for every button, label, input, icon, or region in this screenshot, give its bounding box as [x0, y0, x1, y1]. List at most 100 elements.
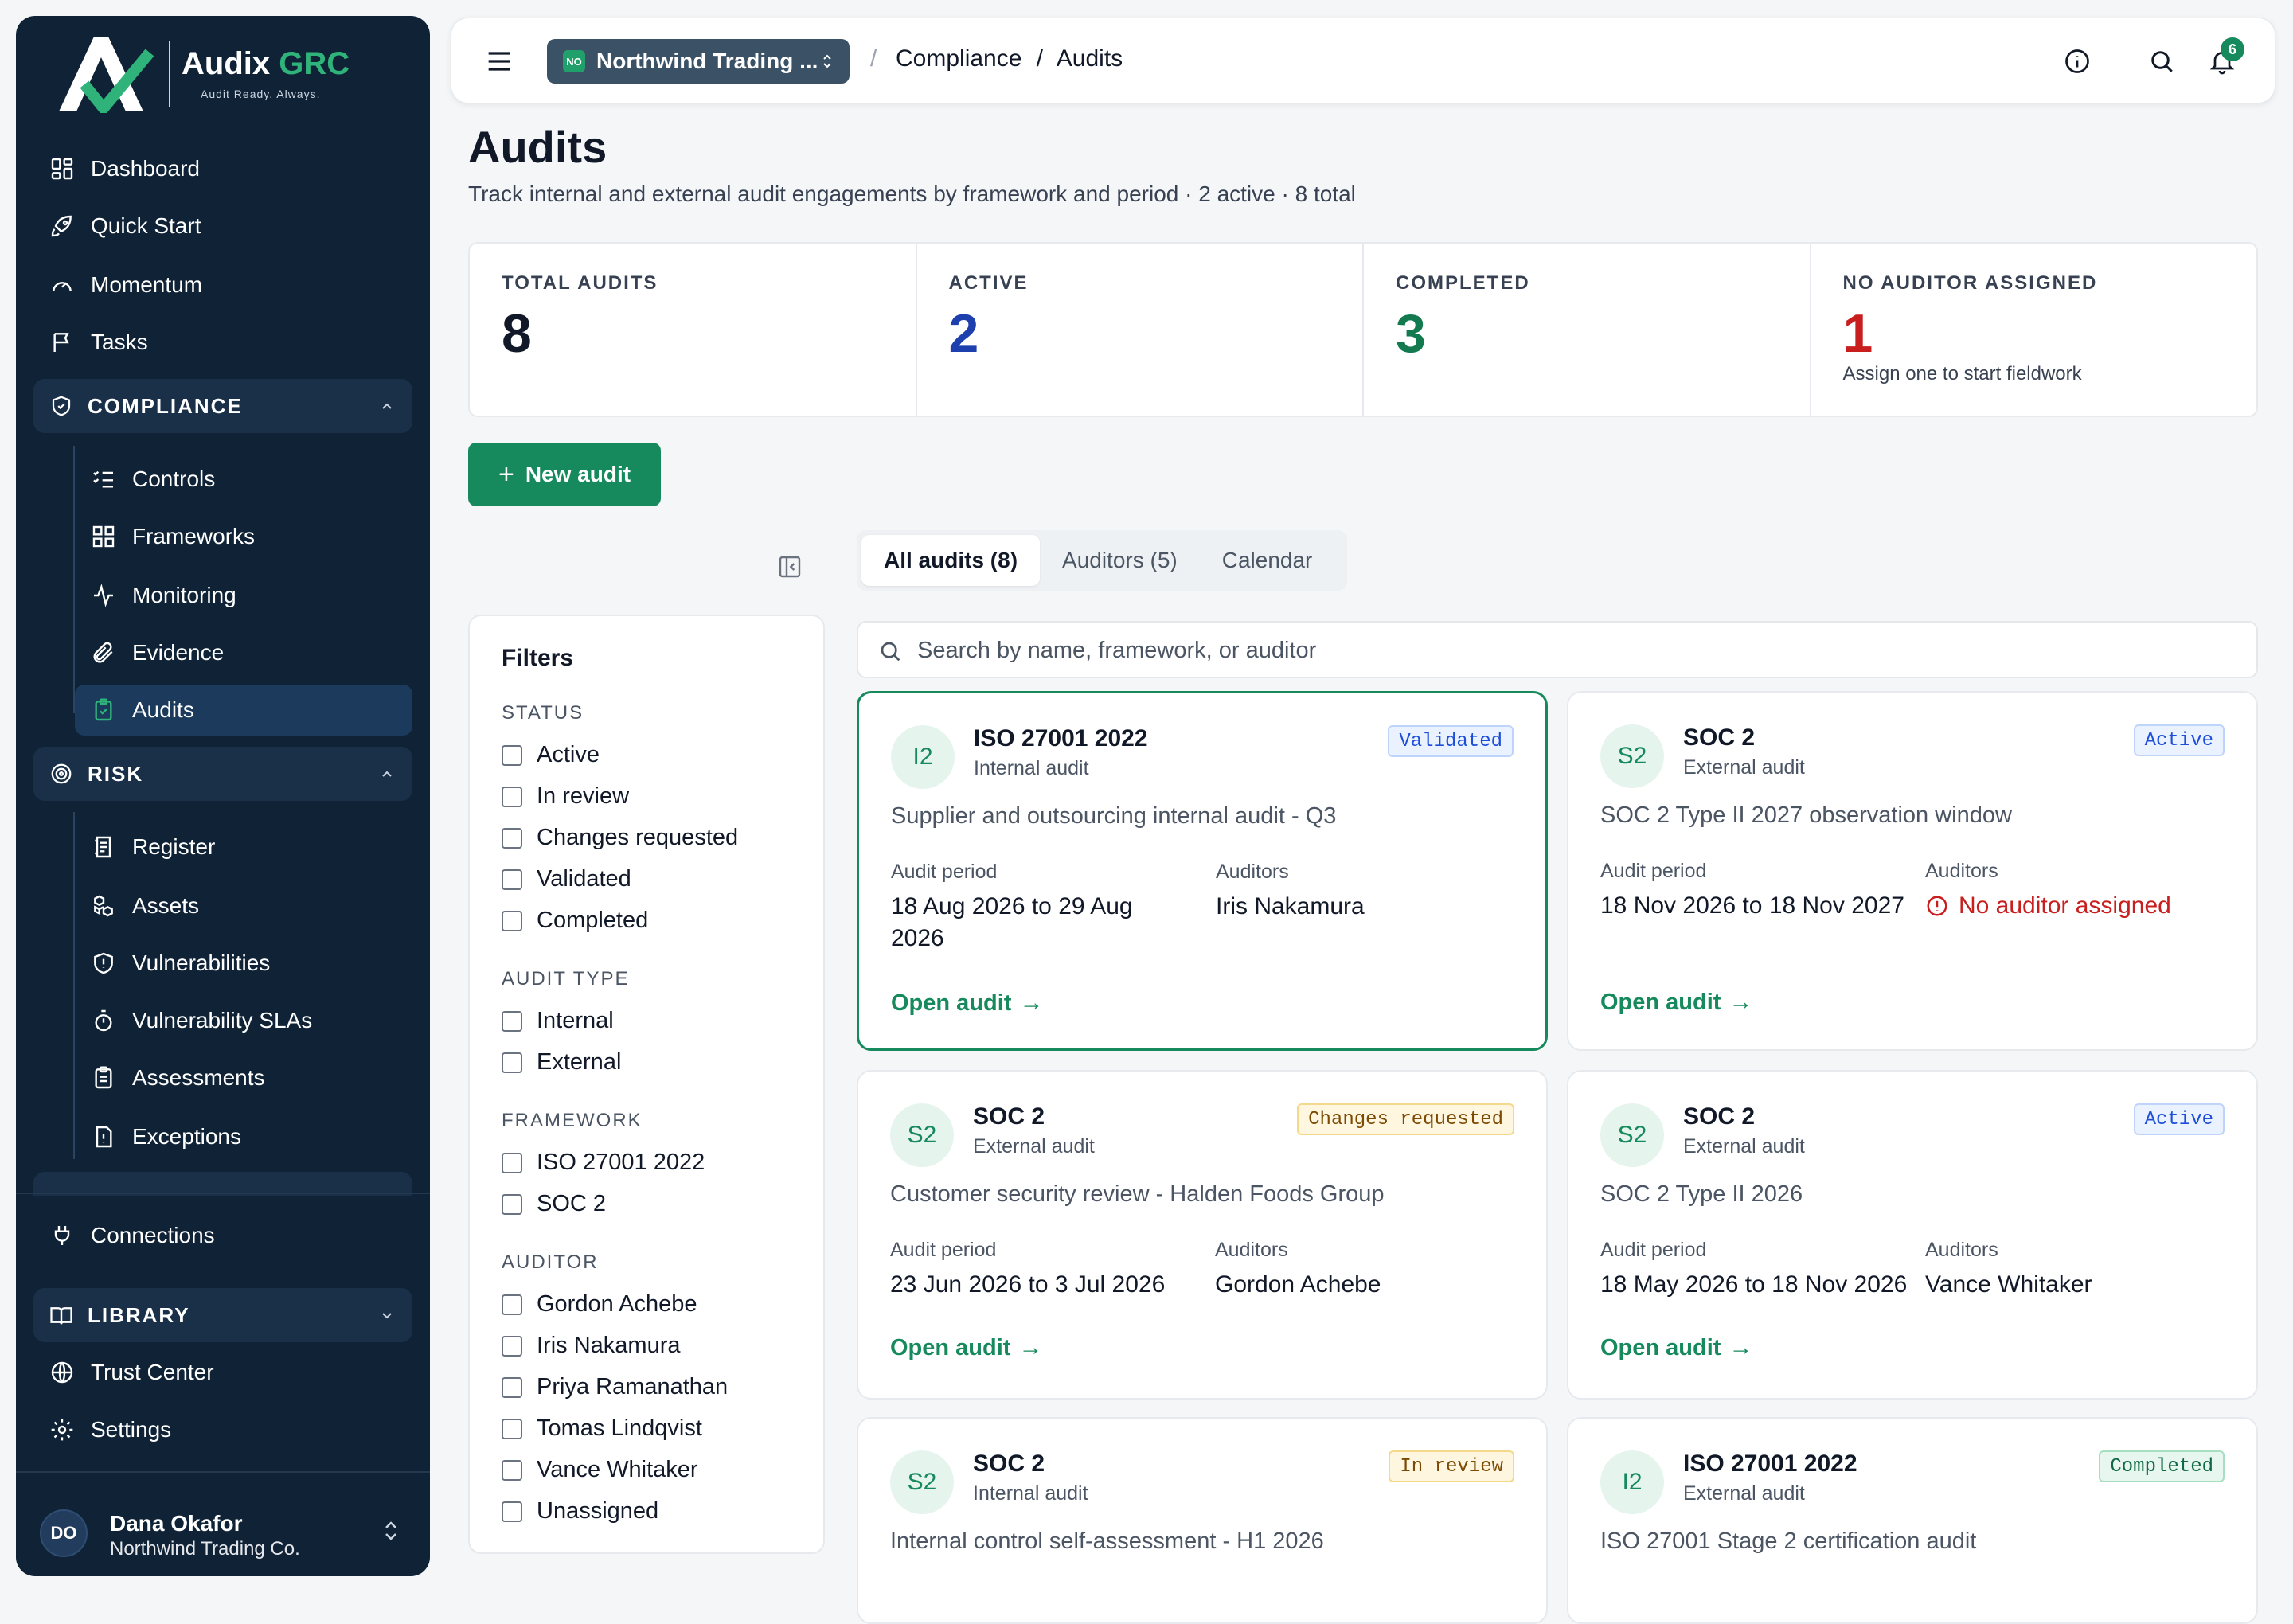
auditors-value: No auditor assigned: [1959, 892, 2171, 919]
brand-accent: GRC: [279, 46, 350, 81]
nav-frameworks[interactable]: Frameworks: [91, 511, 428, 562]
checkbox[interactable]: [502, 910, 522, 931]
checkbox[interactable]: [502, 1152, 522, 1173]
nav-vulnerability-slas[interactable]: Vulnerability SLAs: [91, 995, 428, 1046]
nav-register[interactable]: Register: [91, 822, 428, 873]
filter-option[interactable]: External: [502, 1049, 621, 1076]
checkbox[interactable]: [502, 1052, 522, 1073]
new-audit-button[interactable]: + New audit: [468, 443, 661, 506]
nav-momentum[interactable]: Momentum: [49, 260, 400, 310]
status-badge: Completed: [2099, 1450, 2225, 1482]
org-switcher[interactable]: NO Northwind Trading ...: [547, 39, 850, 84]
checkbox[interactable]: [502, 869, 522, 890]
brand-name: Audix GRC: [182, 46, 350, 82]
checkbox[interactable]: [502, 1501, 522, 1522]
audit-name: SOC 2 Type II 2026: [1600, 1181, 1803, 1207]
section-risk[interactable]: RISK: [33, 747, 412, 801]
audit-card[interactable]: S2 SOC 2 External audit Changes requeste…: [857, 1070, 1548, 1400]
nav-assets[interactable]: Assets: [91, 880, 428, 931]
filter-option[interactable]: Active: [502, 742, 600, 768]
audit-name: Supplier and outsourcing internal audit …: [891, 803, 1337, 829]
nav-controls[interactable]: Controls: [91, 454, 428, 505]
checkbox[interactable]: [502, 1376, 522, 1398]
plug-icon: [54, 1226, 70, 1245]
hamburger-menu-icon[interactable]: [483, 45, 515, 77]
filter-option[interactable]: SOC 2: [502, 1191, 606, 1217]
nav-exceptions[interactable]: Exceptions: [91, 1111, 428, 1162]
nav-evidence[interactable]: Evidence: [91, 627, 428, 678]
boxes-icon: [94, 895, 113, 917]
framework-avatar: S2: [890, 1450, 954, 1514]
nav-quick-start[interactable]: Quick Start: [49, 201, 400, 252]
filter-group-status: STATUS: [502, 702, 584, 724]
nav-connections[interactable]: Connections: [49, 1210, 400, 1261]
filter-option[interactable]: Completed: [502, 908, 648, 934]
audit-card[interactable]: S2 SOC 2 External audit Active SOC 2 Typ…: [1567, 1070, 2258, 1400]
nav-audits[interactable]: Audits: [75, 685, 412, 736]
filter-option-label: Active: [537, 742, 600, 767]
nav-assessments[interactable]: Assessments: [91, 1052, 428, 1103]
nav-dashboard[interactable]: Dashboard: [49, 143, 400, 194]
breadcrumb-audits: Audits: [1056, 45, 1123, 72]
audit-period: 18 Nov 2026 to 18 Nov 2027: [1600, 892, 1904, 919]
filter-option[interactable]: Iris Nakamura: [502, 1333, 681, 1359]
collapse-filters-icon[interactable]: [777, 554, 803, 580]
audit-type: Internal audit: [974, 757, 1089, 779]
section-compliance[interactable]: COMPLIANCE: [33, 379, 412, 433]
audit-card[interactable]: S2 SOC 2 Internal audit In review Intern…: [857, 1417, 1548, 1624]
filter-option[interactable]: Changes requested: [502, 825, 738, 851]
nav-label: Tasks: [91, 330, 148, 354]
open-audit-link[interactable]: Open audit →: [1600, 989, 1752, 1016]
nav-trust-center[interactable]: Trust Center: [49, 1347, 400, 1398]
filter-option[interactable]: Internal: [502, 1008, 614, 1034]
checkbox[interactable]: [502, 1418, 522, 1439]
audit-card[interactable]: S2 SOC 2 External audit Active SOC 2 Typ…: [1567, 691, 2258, 1051]
breadcrumb: Compliance / Audits: [896, 45, 1123, 72]
info-icon[interactable]: [2063, 47, 2092, 76]
checkbox[interactable]: [502, 1459, 522, 1481]
app-logo[interactable]: Audix GRC Audit Ready. Always.: [41, 25, 360, 121]
breadcrumb-compliance[interactable]: Compliance: [896, 45, 1021, 72]
audit-name: Customer security review - Halden Foods …: [890, 1181, 1385, 1207]
filter-option-label: Internal: [537, 1008, 614, 1033]
section-label: RISK: [88, 761, 144, 786]
filter-option[interactable]: Tomas Lindqvist: [502, 1415, 702, 1442]
flag-icon: [53, 333, 69, 352]
filter-option[interactable]: In review: [502, 783, 629, 810]
filter-option[interactable]: Vance Whitaker: [502, 1457, 698, 1483]
audit-card[interactable]: I2 ISO 27001 2022 External audit Complet…: [1567, 1417, 2258, 1624]
filter-option[interactable]: Validated: [502, 866, 631, 892]
filter-option[interactable]: Unassigned: [502, 1498, 658, 1524]
checkbox[interactable]: [502, 1335, 522, 1357]
open-audit-link[interactable]: Open audit →: [891, 990, 1043, 1017]
tab-all-audits[interactable]: All audits (8): [861, 535, 1041, 586]
audit-card[interactable]: I2 ISO 27001 2022 Internal audit Validat…: [857, 691, 1548, 1051]
filter-option[interactable]: Priya Ramanathan: [502, 1374, 728, 1400]
arrow-right-icon: →: [1729, 989, 1753, 1015]
checkbox[interactable]: [502, 786, 522, 807]
arrow-right-icon: →: [1019, 990, 1044, 1016]
section-library[interactable]: LIBRARY: [33, 1288, 412, 1342]
checkbox[interactable]: [502, 1294, 522, 1315]
checkbox[interactable]: [502, 1010, 522, 1032]
checkbox[interactable]: [502, 744, 522, 766]
search-icon[interactable]: [2147, 47, 2176, 76]
nav-settings[interactable]: Settings: [49, 1404, 400, 1455]
audit-type: External audit: [1683, 1135, 1805, 1157]
search-input[interactable]: [917, 630, 2239, 670]
checkbox[interactable]: [502, 827, 522, 849]
tab-calendar[interactable]: Calendar: [1200, 535, 1335, 586]
user-menu[interactable]: DO Dana Okafor Northwind Trading Co.: [16, 1482, 430, 1576]
filter-option[interactable]: Gordon Achebe: [502, 1291, 697, 1318]
tab-auditors[interactable]: Auditors (5): [1040, 535, 1200, 586]
stats-panel: TOTAL AUDITS 8 ACTIVE 2 COMPLETED 3 NO A…: [468, 242, 2258, 417]
nav-vulnerabilities[interactable]: Vulnerabilities: [91, 938, 428, 989]
nav-tasks[interactable]: Tasks: [49, 317, 400, 368]
open-audit-link[interactable]: Open audit →: [1600, 1334, 1752, 1361]
nav-monitoring[interactable]: Monitoring: [91, 570, 428, 621]
user-org: Northwind Trading Co.: [110, 1538, 300, 1560]
open-audit-link[interactable]: Open audit →: [890, 1334, 1042, 1361]
filter-option[interactable]: ISO 27001 2022: [502, 1150, 705, 1176]
audit-period-label: Audit period: [891, 861, 998, 883]
checkbox[interactable]: [502, 1193, 522, 1215]
